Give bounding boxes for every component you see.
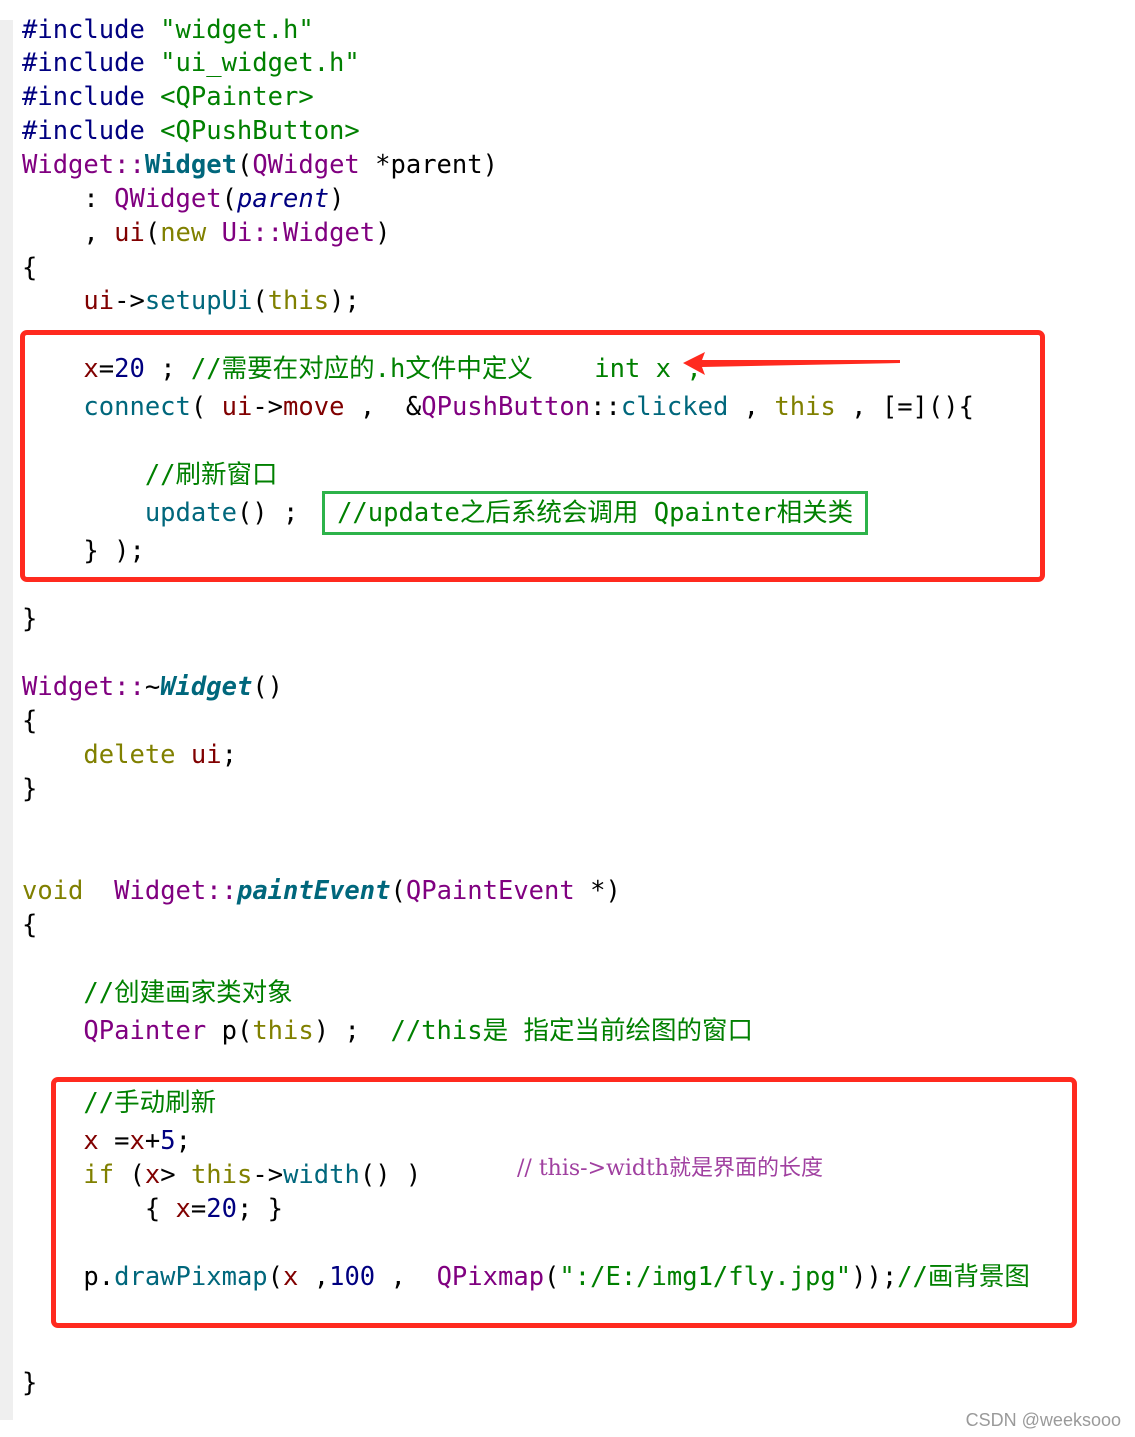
code-token: );: [329, 286, 360, 316]
code-token: <QPainter>: [160, 82, 314, 112]
code-token: }: [22, 1368, 38, 1398]
code-line: {: [22, 704, 37, 738]
code-token: }: [22, 774, 38, 804]
code-token: void: [22, 876, 84, 906]
code-token: setupUi: [144, 286, 253, 316]
code-token: }: [22, 604, 38, 634]
code-line: }: [22, 602, 37, 636]
code-line: Widget::~Widget(): [22, 670, 283, 704]
code-token: #include: [22, 82, 161, 112]
code-token: p(: [206, 1016, 253, 1046]
editor-gutter: [0, 20, 13, 1420]
code-line: Widget::Widget(QWidget *parent): [22, 148, 498, 182]
width-annotation-comment: // this->width就是界面的长度: [517, 1156, 823, 1181]
code-line: #include "widget.h": [22, 13, 314, 47]
code-line: }: [22, 772, 37, 806]
code-line: ui->setupUi(this);: [22, 284, 360, 318]
code-token: ): [375, 218, 391, 248]
code-token: ~: [144, 672, 161, 702]
code-token: {: [22, 253, 38, 283]
code-token: Widget: [160, 672, 253, 702]
code-token: <QPushButton>: [160, 116, 360, 146]
code-token: (: [390, 876, 406, 906]
code-token: this: [267, 286, 330, 316]
code-token: ) ;: [313, 1016, 391, 1046]
code-token: ui: [190, 740, 222, 770]
code-line: #include <QPainter>: [22, 80, 314, 114]
code-token: ;: [221, 740, 237, 770]
code-token: Widget::: [114, 876, 237, 906]
code-token: *parent): [359, 150, 498, 180]
code-token: (: [236, 150, 253, 180]
code-token: (: [252, 286, 268, 316]
code-token: this: [252, 1016, 314, 1046]
code-line: #include <QPushButton>: [22, 114, 360, 148]
code-token: delete: [83, 740, 176, 770]
code-token: #include: [22, 15, 161, 45]
code-token: ,: [22, 218, 115, 248]
code-token: ->: [114, 286, 145, 316]
code-token: *): [574, 876, 621, 906]
code-line: QPainter p(this) ; //this是 指定当前绘图的窗口: [22, 1014, 753, 1048]
code-token: Widget: [144, 150, 237, 180]
code-line: }: [22, 1366, 37, 1400]
code-token: QWidget: [252, 150, 360, 180]
code-token: ui: [114, 218, 145, 248]
code-token: Ui::Widget: [221, 218, 376, 248]
code-token: QWidget: [114, 184, 222, 214]
code-line: //创建画家类对象: [22, 976, 293, 1010]
code-line: #include "ui_widget.h": [22, 46, 360, 80]
code-line: , ui(new Ui::Widget): [22, 216, 391, 250]
code-line: {: [22, 251, 37, 285]
code-token: Widget::: [22, 150, 145, 180]
code-token: (: [221, 184, 237, 214]
code-token: #include: [22, 116, 161, 146]
code-token: ui: [83, 286, 115, 316]
red-arrow-icon: [683, 352, 900, 375]
code-token: paintEvent: [236, 876, 391, 906]
highlight-box-manual-refresh: [51, 1077, 1077, 1328]
code-line: delete ui;: [22, 738, 237, 772]
code-line: {: [22, 908, 37, 942]
code-token: QPainter: [83, 1016, 207, 1046]
code-token: (: [144, 218, 161, 248]
code-line: : QWidget(parent): [22, 182, 344, 216]
code-token: Widget::: [22, 672, 145, 702]
code-comment: //创建画家类对象: [22, 978, 293, 1008]
code-token: #include: [22, 48, 161, 78]
code-token: parent: [236, 184, 330, 214]
code-comment: //this是 指定当前绘图的窗口: [390, 1016, 753, 1046]
code-token: :: [22, 184, 115, 214]
code-line: void Widget::paintEvent(QPaintEvent *): [22, 874, 621, 908]
watermark: CSDN @weeksooo: [965, 1410, 1121, 1430]
code-token: QPaintEvent: [405, 876, 575, 906]
code-token: (): [252, 672, 284, 702]
code-token: {: [22, 910, 38, 940]
code-token: "ui_widget.h": [160, 48, 360, 78]
code-token: "widget.h": [160, 15, 314, 45]
code-token: ): [329, 184, 345, 214]
code-token: {: [22, 706, 38, 736]
code-token: new: [160, 218, 207, 248]
